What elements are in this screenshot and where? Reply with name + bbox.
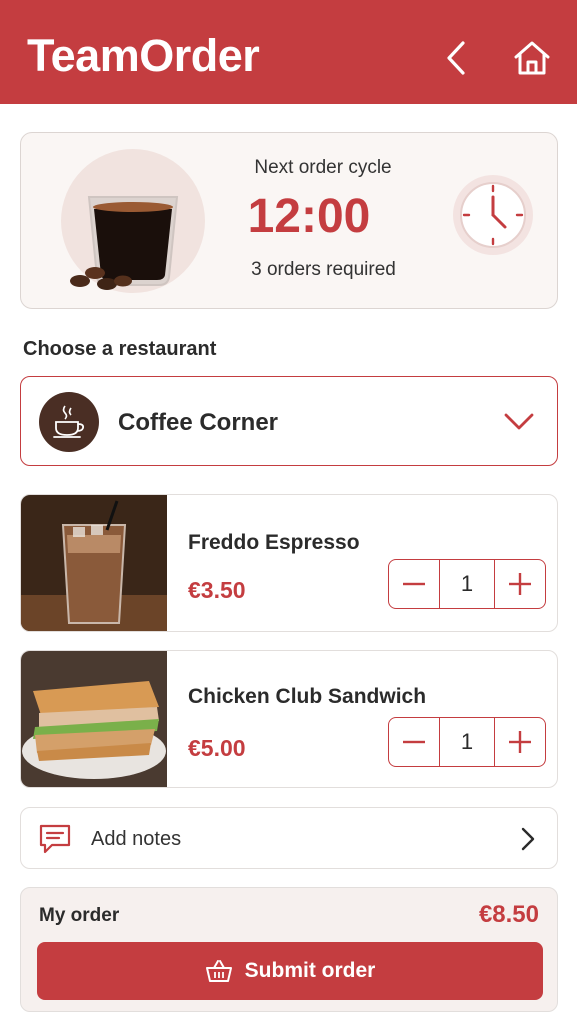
iced-coffee-image xyxy=(21,495,167,631)
add-notes-label: Add notes xyxy=(91,828,182,850)
minus-icon xyxy=(403,740,425,744)
selected-restaurant: Coffee Corner xyxy=(118,409,279,436)
quantity-stepper: 1 xyxy=(388,717,546,767)
minus-icon xyxy=(403,582,425,586)
espresso-cup-illustration xyxy=(61,149,205,293)
decrease-button[interactable] xyxy=(389,718,439,766)
orders-required: 3 orders required xyxy=(251,259,396,280)
increase-button[interactable] xyxy=(495,718,545,766)
back-button[interactable] xyxy=(432,34,480,82)
item-price: €3.50 xyxy=(188,577,246,603)
chevron-down-icon xyxy=(504,413,534,430)
my-order-label: My order xyxy=(39,905,120,926)
item-price: €5.00 xyxy=(188,735,246,761)
order-cycle-card: Next order cycle 12:00 3 orders required xyxy=(20,132,558,309)
chevron-left-icon xyxy=(447,41,465,75)
message-icon xyxy=(39,824,71,854)
app-header: TeamOrder xyxy=(0,0,577,104)
sandwich-image xyxy=(21,651,167,787)
cycle-time: 12:00 xyxy=(247,190,371,243)
home-icon xyxy=(514,41,550,75)
plus-icon xyxy=(509,573,531,595)
home-button[interactable] xyxy=(508,34,556,82)
decrease-button[interactable] xyxy=(389,560,439,608)
restaurant-avatar xyxy=(39,392,99,452)
choose-restaurant-label: Choose a restaurant xyxy=(23,338,217,360)
increase-button[interactable] xyxy=(495,560,545,608)
order-total: €8.50 xyxy=(478,901,539,928)
app-title: TeamOrder xyxy=(27,30,260,81)
menu-item-card: Freddo Espresso €3.50 1 xyxy=(20,494,558,632)
submit-order-label: Submit order xyxy=(244,959,376,982)
next-cycle-label: Next order cycle xyxy=(254,157,392,178)
plus-icon xyxy=(509,731,531,753)
coffee-cup-icon xyxy=(53,405,85,438)
quantity-value[interactable]: 1 xyxy=(439,560,495,608)
item-name: Chicken Club Sandwich xyxy=(188,685,427,708)
basket-icon xyxy=(205,960,232,982)
quantity-stepper: 1 xyxy=(388,559,546,609)
menu-item-card: Chicken Club Sandwich €5.00 1 xyxy=(20,650,558,788)
add-notes-row[interactable]: Add notes xyxy=(20,807,558,869)
submit-order-button[interactable]: Submit order xyxy=(37,942,543,1000)
quantity-value[interactable]: 1 xyxy=(439,718,495,766)
order-summary-panel: My order €8.50 Submit order xyxy=(20,887,558,1012)
chevron-right-icon xyxy=(521,827,535,851)
clock-icon xyxy=(453,175,533,255)
restaurant-dropdown[interactable]: Coffee Corner xyxy=(20,376,558,466)
item-name: Freddo Espresso xyxy=(188,531,360,554)
